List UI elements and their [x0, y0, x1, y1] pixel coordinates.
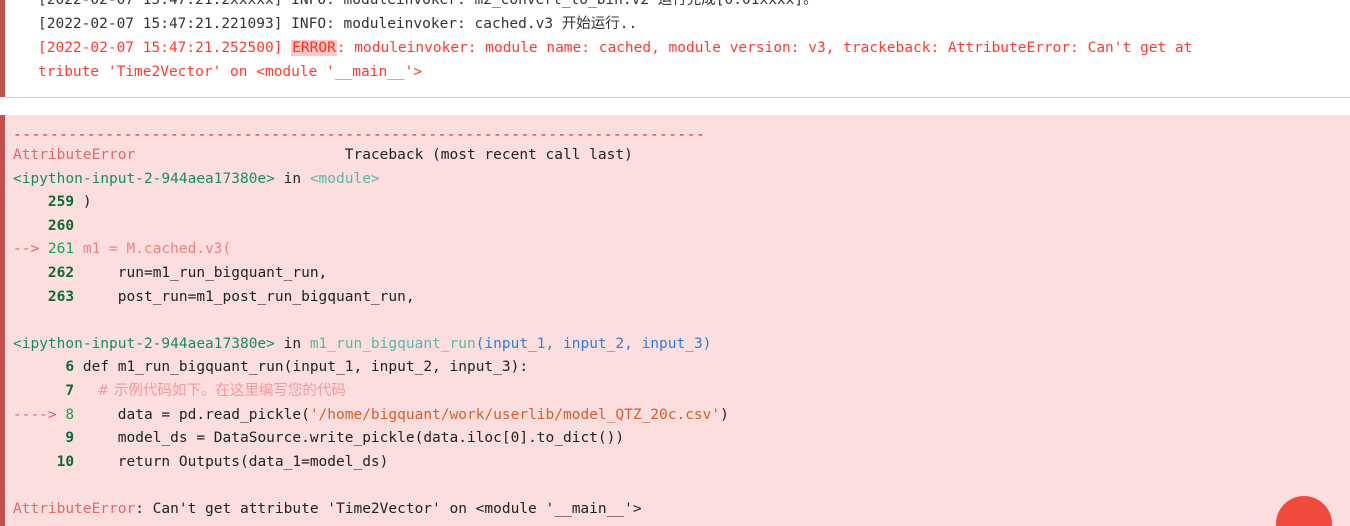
code-text: post_run=m1_post_run_bigquant_run,: [74, 288, 415, 305]
code-text: def m1_run_bigquant_run(input_1, input_2…: [74, 359, 529, 376]
frame-file: <ipython-input-2-944aea17380e>: [13, 170, 275, 187]
final-exception-message: : Can't get attribute 'Time2Vector' on <…: [135, 500, 642, 517]
log-line-error: [2022-02-07 15:47:21.252500] ERROR: modu…: [5, 36, 1350, 60]
log-level-label: INFO: [291, 16, 327, 32]
log-level-error-badge: ERROR: [291, 40, 337, 56]
log-level-info: [282, 16, 291, 32]
frame-args: (input_1, input_2, input_3): [475, 335, 712, 352]
code-line: 6 def m1_run_bigquant_run(input_1, input…: [5, 356, 1350, 380]
code-text: run=m1_run_bigquant_run,: [74, 264, 328, 281]
code-line: 10 return Outputs(data_1=model_ds): [5, 451, 1350, 475]
code-marker: [13, 265, 48, 281]
code-marker: [13, 383, 65, 399]
traceback-rule: ----------------------------------------…: [13, 127, 706, 143]
frame-spacer: [5, 309, 1350, 333]
log-line-error-wrap: tribute 'Time2Vector' on <module '__main…: [38, 64, 423, 80]
log-message-tail: ..: [619, 16, 638, 32]
code-line-current: --> 261 m1 = M.cached.v3(: [5, 238, 1350, 262]
code-lineno: 9: [65, 430, 75, 447]
frame-in: in: [274, 335, 310, 352]
code-line-comment: 7 # 示例代码如下。在这里编写您的代码: [5, 380, 1350, 404]
code-text: data = pd.read_pickle('/home/bigquant/wo…: [74, 406, 729, 423]
code-lineno: 261: [47, 241, 75, 258]
code-line: 263 post_run=m1_post_run_bigquant_run,: [5, 286, 1350, 310]
final-error-line: AttributeError: Can't get attribute 'Tim…: [5, 498, 1350, 522]
log-line-info: [2022-02-07 15:47:21.221093] INFO: modul…: [5, 12, 1350, 36]
traceback-exception-name: AttributeError: [13, 147, 136, 163]
frame-header: <ipython-input-2-944aea17380e> in <modul…: [5, 168, 1350, 192]
code-marker-arrow: ---->: [13, 406, 66, 423]
traceback-panel: ----------------------------------------…: [0, 115, 1350, 526]
code-marker: [13, 454, 57, 470]
code-marker: [13, 359, 65, 375]
frame-in: in: [274, 170, 310, 187]
frame-header: <ipython-input-2-944aea17380e> in m1_run…: [5, 333, 1350, 357]
code-lineno: 8: [65, 406, 75, 423]
code-lineno: 7: [65, 382, 75, 399]
frame-scope: m1_run_bigquant_run: [309, 335, 476, 352]
code-marker: [13, 218, 48, 234]
code-line: 260: [5, 215, 1350, 239]
code-lineno: 10: [56, 453, 75, 470]
code-marker: [13, 430, 65, 446]
traceback-header-label: Traceback (most recent call last): [344, 147, 633, 163]
code-text: ): [74, 194, 92, 211]
code-marker-arrow: -->: [13, 241, 48, 258]
frame-file: <ipython-input-2-944aea17380e>: [13, 335, 275, 352]
code-marker: [13, 194, 48, 210]
final-exception-name: AttributeError: [13, 500, 136, 517]
log-timestamp-error: [2022-02-07 15:47:21.252500]: [38, 40, 283, 56]
code-lineno: 259: [47, 194, 75, 211]
log-message-cjk: 开始运行: [561, 16, 620, 32]
log-line-clipped: [2022-02-07 15:47:21.2xxxxx] INFO: modul…: [38, 0, 818, 8]
code-line: 259 ): [5, 191, 1350, 215]
code-text: m1 = M.cached.v3(: [74, 241, 232, 258]
code-line-current: ----> 8 data = pd.read_pickle('/home/big…: [5, 404, 1350, 428]
code-line: 9 model_ds = DataSource.write_pickle(dat…: [5, 427, 1350, 451]
log-timestamp: [2022-02-07 15:47:21.221093]: [38, 16, 283, 32]
code-lineno: 260: [47, 217, 75, 234]
traceback-header-gap: [135, 147, 345, 163]
code-lineno: 6: [65, 359, 75, 376]
log-error-message: : moduleinvoker: module name: cached, mo…: [336, 40, 1193, 56]
final-spacer: [5, 474, 1350, 498]
code-line: 262 run=m1_run_bigquant_run,: [5, 262, 1350, 286]
log-message: : moduleinvoker: cached.v3: [326, 16, 562, 32]
code-text: return Outputs(data_1=model_ds): [74, 453, 389, 470]
code-lineno: 263: [47, 288, 75, 305]
section-divider: [5, 97, 1350, 98]
notebook-output-screen: [2022-02-07 15:47:21.2xxxxx] INFO: modul…: [0, 0, 1350, 526]
log-output-panel: [2022-02-07 15:47:21.2xxxxx] INFO: modul…: [0, 0, 1350, 97]
frame-scope: <module>: [309, 170, 380, 187]
traceback-header: AttributeError Traceback (most recent ca…: [5, 144, 1350, 168]
code-text: model_ds = DataSource.write_pickle(data.…: [74, 430, 625, 447]
code-lineno: 262: [47, 264, 75, 281]
code-comment-text: # 示例代码如下。在这里编写您的代码: [74, 382, 346, 399]
code-marker: [13, 289, 48, 305]
log-space: [282, 40, 291, 56]
